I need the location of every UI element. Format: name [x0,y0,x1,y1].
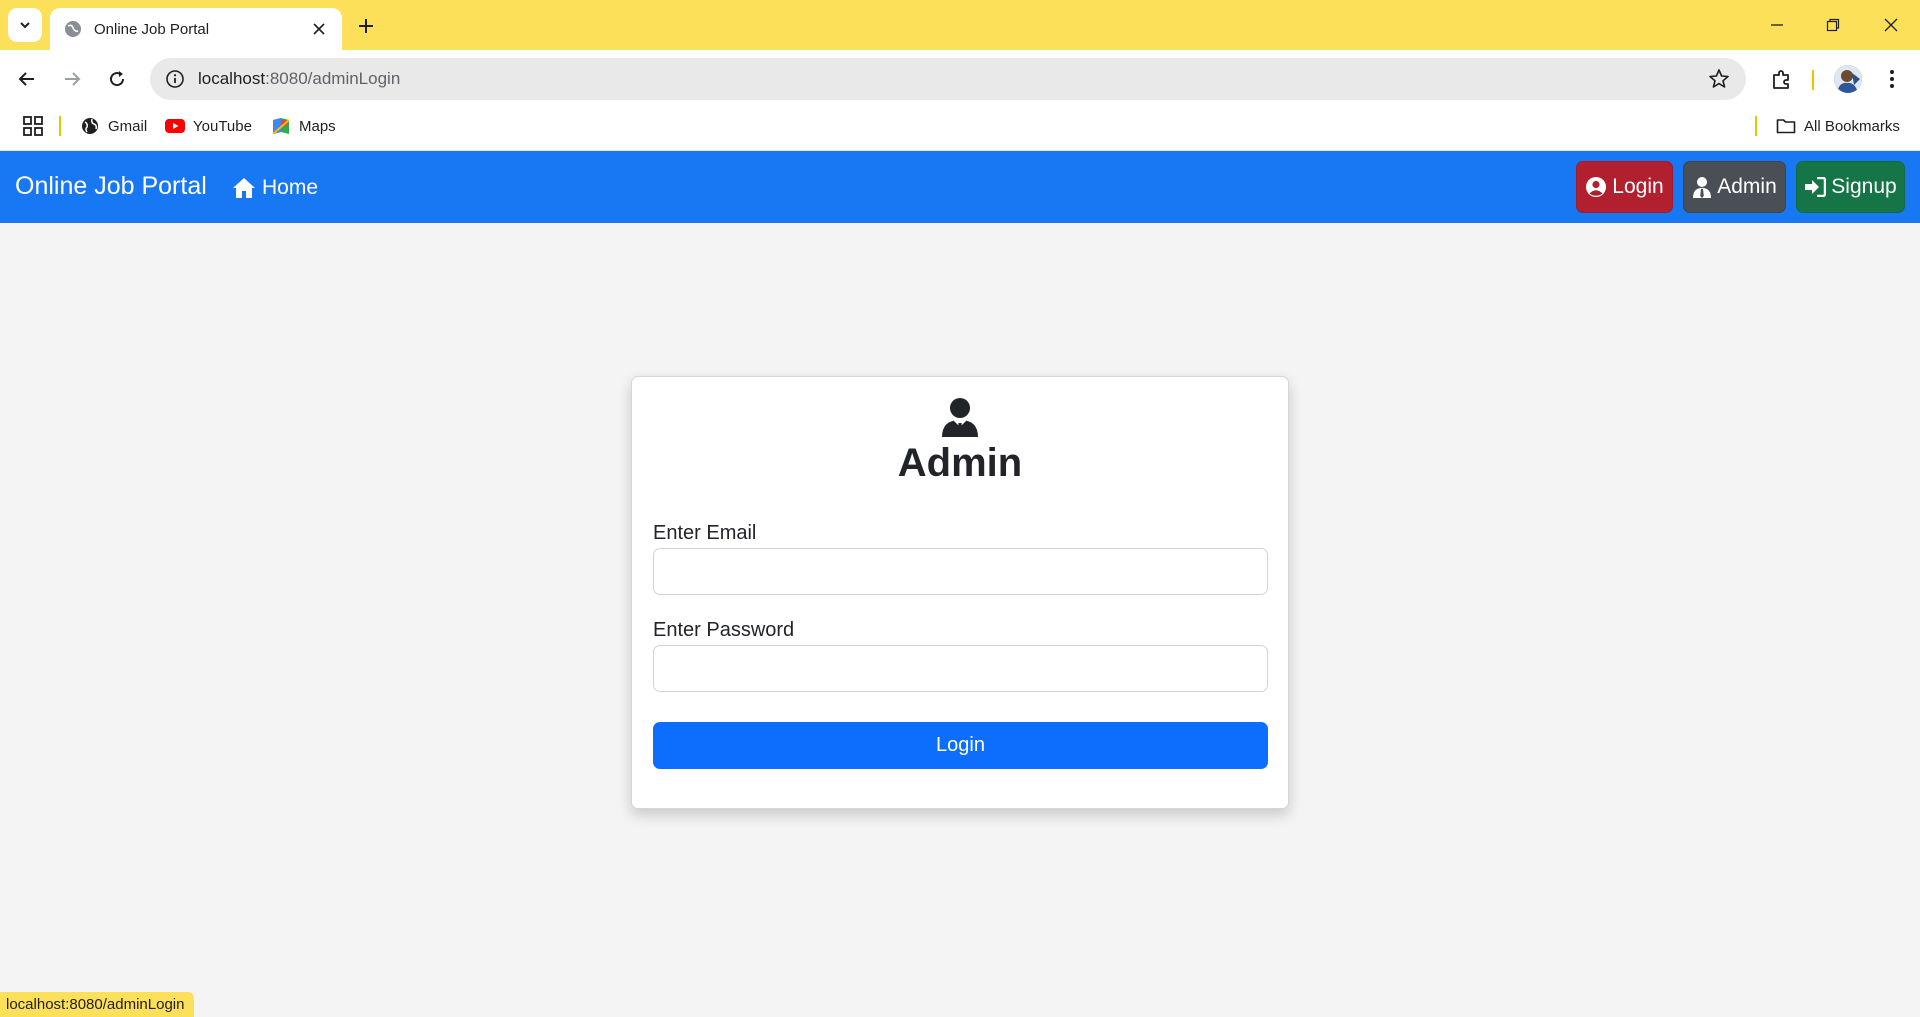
restore-button[interactable] [1818,10,1848,40]
user-circle-icon [1586,177,1607,197]
nav-admin-button[interactable]: Admin [1683,161,1786,213]
nav-login-button[interactable]: Login [1576,161,1673,213]
address-bar[interactable]: localhost:8080/adminLogin [150,58,1746,100]
bookmark-label: Maps [299,117,336,135]
bookmarks-divider [59,116,61,136]
home-icon [233,178,255,198]
nav-home-link[interactable]: Home [232,174,318,202]
minimize-button[interactable] [1762,10,1792,40]
sign-in-icon [1805,177,1827,197]
chevron-down-icon [20,22,30,29]
site-navbar: Online Job Portal Home Login Admin Signu… [0,151,1920,223]
email-field[interactable] [653,548,1268,595]
bookmark-youtube[interactable]: YouTube [165,114,252,138]
nav-admin-label: Admin [1717,175,1777,198]
all-bookmarks-button[interactable]: All Bookmarks [1776,114,1900,138]
close-window-button[interactable] [1876,10,1906,40]
bookmark-star-icon[interactable] [1708,68,1730,90]
browser-menu-button[interactable] [1878,63,1906,95]
back-button[interactable] [11,63,43,95]
maps-icon [271,116,291,136]
arrow-right-icon [65,72,81,86]
puzzle-icon [1773,70,1789,89]
browser-tab-bar: Online Job Portal [0,0,1920,50]
brand-link[interactable]: Online Job Portal [15,172,207,201]
password-label: Enter Password [653,619,795,641]
folder-icon [1776,116,1796,136]
tab-close-icon[interactable] [310,20,328,38]
bookmark-label: Gmail [108,117,148,135]
all-bookmarks-label: All Bookmarks [1804,117,1900,135]
browser-toolbar: localhost:8080/adminLogin [0,50,1920,108]
avatar-icon [1834,65,1862,93]
url-host: localhost [198,69,266,88]
globe-favicon-icon [65,21,81,37]
user-tie-icon [1693,177,1712,198]
profile-avatar[interactable] [1834,65,1862,93]
url-path: :8080/adminLogin [265,69,401,88]
nav-signup-label: Signup [1831,175,1897,198]
browser-tab[interactable]: Online Job Portal [50,8,342,50]
email-label: Enter Email [653,522,757,544]
minimize-icon [1771,24,1783,26]
reload-button[interactable] [101,63,133,95]
admin-login-card: Admin Enter Email Enter Password Login [631,376,1289,809]
arrow-left-icon [18,72,34,86]
card-title: Admin [897,441,1023,485]
globe-icon [80,116,100,136]
youtube-icon [165,116,185,136]
site-info-icon[interactable] [164,68,186,90]
nav-login-label: Login [1612,175,1664,198]
apps-grid-icon[interactable] [22,115,44,137]
toolbar-divider [1812,70,1814,90]
bookmark-label: YouTube [193,117,252,135]
plus-icon [359,19,373,33]
status-bar-url: localhost:8080/adminLogin [0,992,195,1017]
nav-home-label: Home [262,176,319,199]
restore-icon [1826,18,1840,32]
bookmark-maps[interactable]: Maps [271,114,336,138]
user-tie-icon [942,398,978,437]
bookmark-gmail[interactable]: Gmail [80,114,147,138]
close-icon [1884,18,1898,32]
tab-search-button[interactable] [8,8,42,42]
login-submit-button[interactable]: Login [653,722,1268,769]
more-vert-icon [1890,70,1894,88]
tab-title: Online Job Portal [94,20,210,38]
new-tab-button[interactable] [352,12,380,40]
extensions-button[interactable] [1766,63,1798,95]
forward-button[interactable] [56,63,88,95]
password-field[interactable] [653,645,1268,692]
reload-icon [110,71,125,87]
bookmarks-divider [1755,116,1757,136]
nav-signup-button[interactable]: Signup [1796,161,1905,213]
